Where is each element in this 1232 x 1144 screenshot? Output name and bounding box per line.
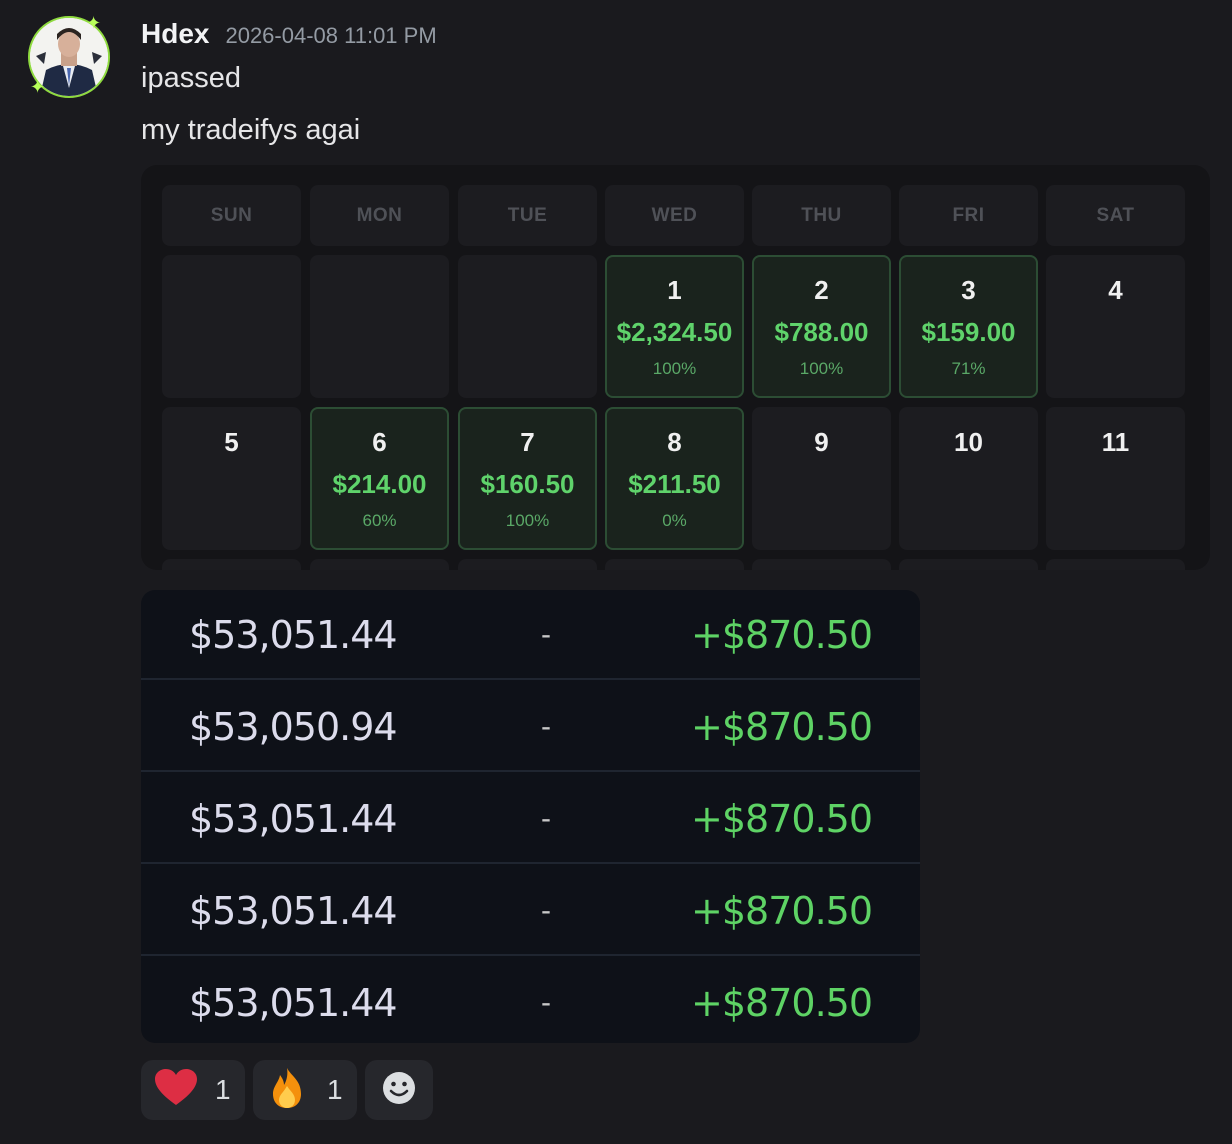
- day-pnl: $214.00: [332, 469, 427, 499]
- calendar-day-partial: [162, 559, 301, 570]
- day-pnl: $211.50: [628, 469, 721, 499]
- separator: -: [541, 710, 551, 743]
- table-row: $53,051.44 - +$870.50: [141, 590, 920, 680]
- weekday-header: SAT: [1046, 185, 1185, 246]
- day-winrate: 100%: [652, 359, 697, 378]
- separator: -: [541, 802, 551, 835]
- day-number: 8: [667, 427, 682, 457]
- weekday-header: TUE: [458, 185, 597, 246]
- reaction-heart[interactable]: 1: [141, 1060, 245, 1120]
- pnl-calendar-image[interactable]: SUN MON TUE WED THU FRI SAT 1 $2,324.50 …: [141, 165, 1210, 570]
- day-winrate: 100%: [505, 511, 550, 530]
- sparkle-icon: ✦: [30, 77, 46, 97]
- day-pnl: $160.50: [480, 469, 575, 499]
- account-gain: +$870.50: [691, 889, 873, 933]
- day-number: 4: [1108, 275, 1123, 305]
- account-balance: $53,051.44: [189, 889, 398, 933]
- heart-icon: [155, 1068, 197, 1112]
- calendar-day: 6 $214.00 60%: [310, 407, 449, 550]
- calendar-day: 2 $788.00 100%: [752, 255, 891, 398]
- calendar-day-empty: [458, 255, 597, 398]
- message-text: my tradeifys agai: [141, 114, 361, 146]
- day-winrate: 100%: [799, 359, 844, 378]
- calendar-day-partial: [1046, 559, 1185, 570]
- account-gain: +$870.50: [691, 981, 873, 1025]
- calendar-day: 3 $159.00 71%: [899, 255, 1038, 398]
- table-row: $53,051.44 - +$870.50: [141, 774, 920, 864]
- message-header: Hdex 2026-04-08 11:01 PM: [141, 18, 437, 54]
- message-timestamp[interactable]: 2026-04-08 11:01 PM: [225, 23, 436, 49]
- calendar-day-partial: [899, 559, 1038, 570]
- day-winrate: 60%: [362, 511, 397, 530]
- separator: -: [541, 986, 551, 1019]
- calendar-day-partial: [752, 559, 891, 570]
- day-pnl: $788.00: [774, 317, 869, 347]
- calendar-day: 5: [162, 407, 301, 550]
- reaction-count: 1: [215, 1074, 231, 1105]
- account-gain: +$870.50: [691, 705, 873, 749]
- weekday-header: SUN: [162, 185, 301, 246]
- day-number: 6: [372, 427, 387, 457]
- day-number: 1: [667, 275, 682, 305]
- weekday-header: FRI: [899, 185, 1038, 246]
- day-number: 11: [1101, 427, 1130, 457]
- separator: -: [541, 894, 551, 927]
- day-number: 5: [224, 427, 239, 457]
- account-gain: +$870.50: [691, 613, 873, 657]
- calendar-day: 8 $211.50 0%: [605, 407, 744, 550]
- sparkle-icon: ✦: [86, 13, 102, 33]
- account-balance: $53,051.44: [189, 797, 398, 841]
- day-winrate: 71%: [951, 359, 986, 378]
- account-balance: $53,051.44: [189, 981, 398, 1025]
- add-reaction-button[interactable]: [365, 1060, 433, 1120]
- day-number: 10: [954, 427, 983, 457]
- add-reaction-icon: [381, 1070, 417, 1111]
- separator: -: [541, 618, 551, 651]
- table-row: $53,051.44 - +$870.50: [141, 958, 920, 1043]
- calendar-day-empty: [310, 255, 449, 398]
- weekday-header: THU: [752, 185, 891, 246]
- calendar-day: 1 $2,324.50 100%: [605, 255, 744, 398]
- calendar-day-partial: [310, 559, 449, 570]
- reaction-fire[interactable]: 1: [253, 1060, 357, 1120]
- weekday-header: MON: [310, 185, 449, 246]
- day-number: 9: [814, 427, 829, 457]
- username[interactable]: Hdex: [141, 18, 209, 50]
- day-number: 3: [961, 275, 976, 305]
- reaction-count: 1: [327, 1074, 343, 1105]
- fire-icon: [265, 1066, 309, 1115]
- calendar-day: 4: [1046, 255, 1185, 398]
- day-winrate: 0%: [662, 511, 687, 530]
- calendar-day: 11: [1046, 407, 1185, 550]
- day-pnl: $159.00: [921, 317, 1016, 347]
- accounts-table-image[interactable]: $53,051.44 - +$870.50 $53,050.94 - +$870…: [141, 590, 920, 1043]
- calendar-day-partial: [458, 559, 597, 570]
- calendar-day: 10: [899, 407, 1038, 550]
- calendar-day: 7 $160.50 100%: [458, 407, 597, 550]
- account-balance: $53,050.94: [189, 705, 398, 749]
- weekday-header: WED: [605, 185, 744, 246]
- day-number: 2: [814, 275, 829, 305]
- account-balance: $53,051.44: [189, 613, 398, 657]
- day-number: 7: [520, 427, 535, 457]
- calendar-day-empty: [162, 255, 301, 398]
- calendar-day: 9: [752, 407, 891, 550]
- table-row: $53,051.44 - +$870.50: [141, 866, 920, 956]
- calendar-day-partial: [605, 559, 744, 570]
- table-row: $53,050.94 - +$870.50: [141, 682, 920, 772]
- message-text: ipassed: [141, 62, 241, 94]
- day-pnl: $2,324.50: [616, 317, 733, 347]
- account-gain: +$870.50: [691, 797, 873, 841]
